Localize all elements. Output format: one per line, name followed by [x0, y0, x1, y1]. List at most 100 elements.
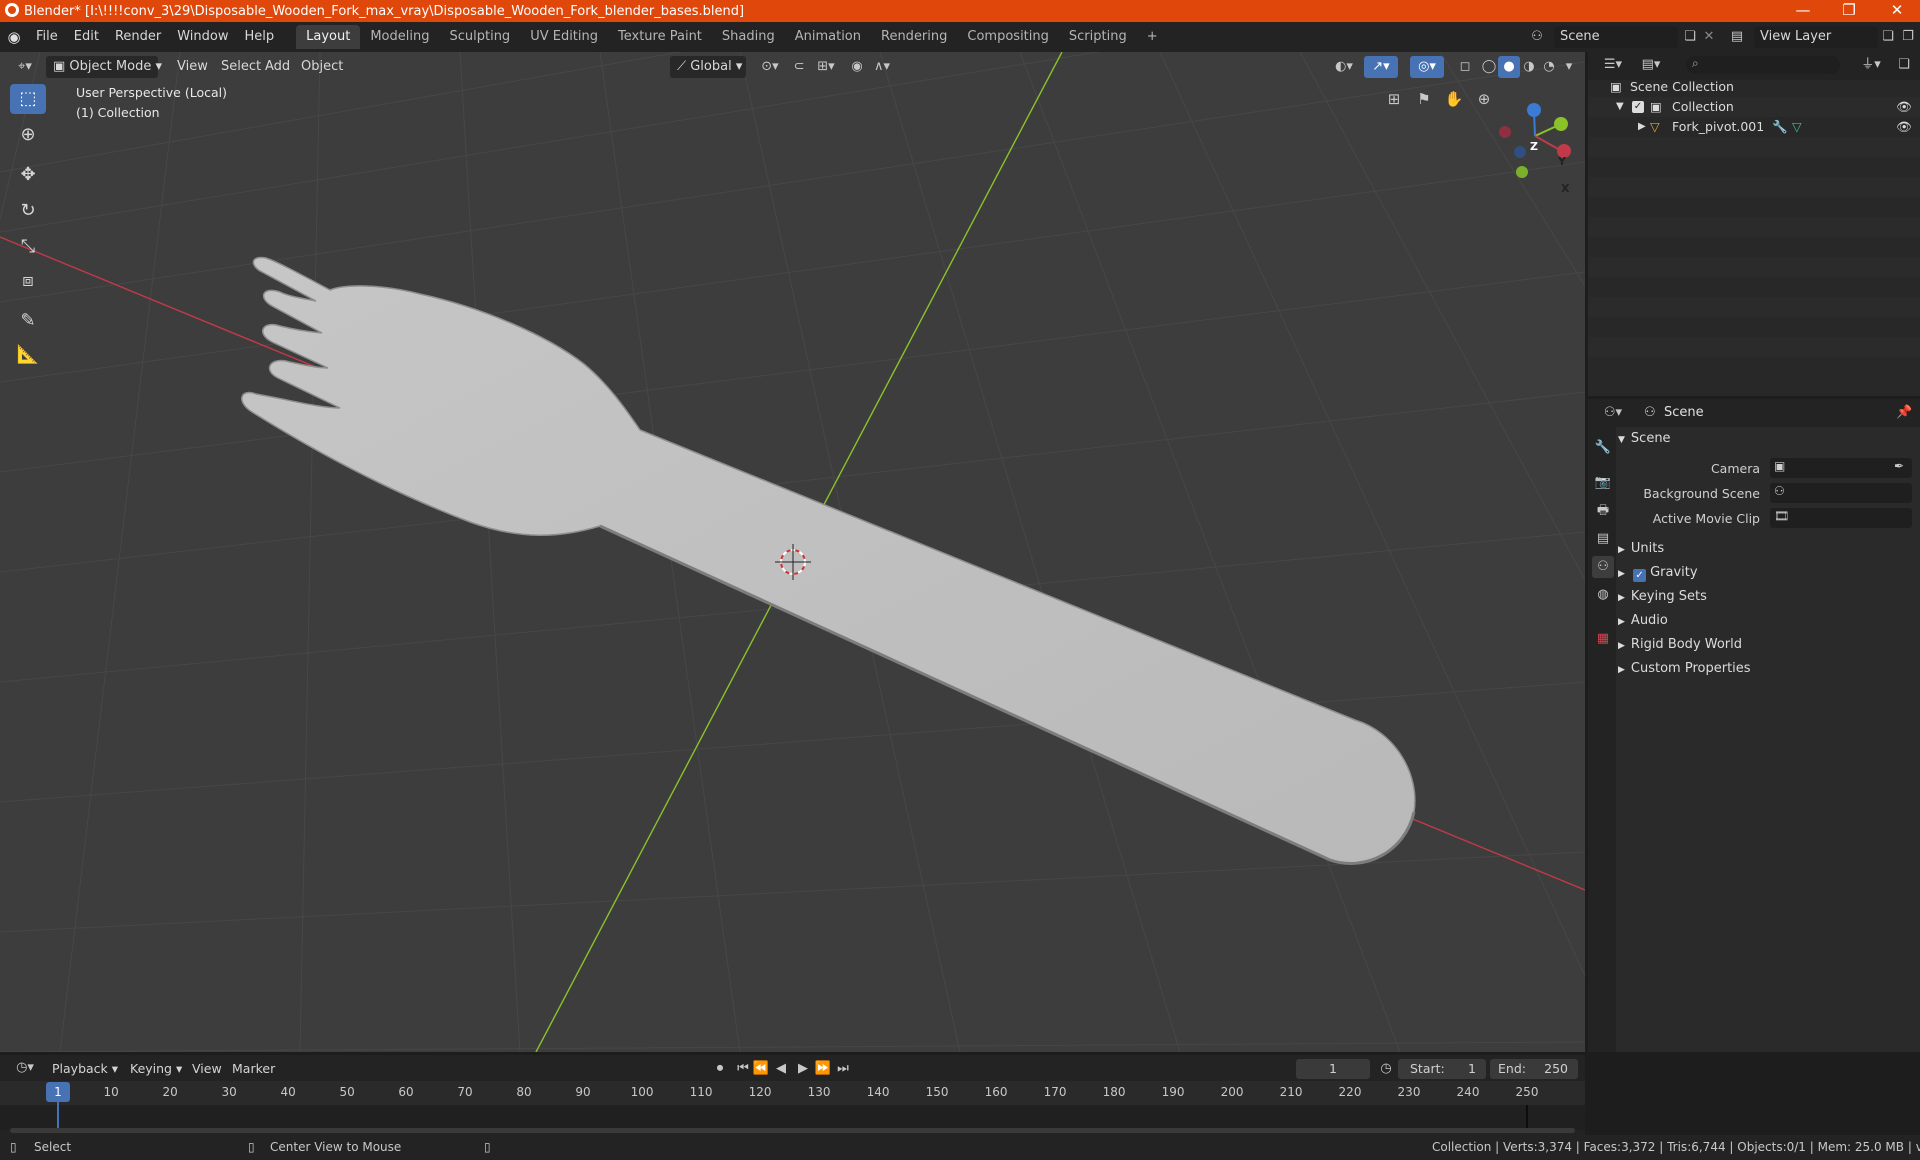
- section-scene-header[interactable]: ▼ Scene: [1618, 428, 1918, 450]
- background-scene-field[interactable]: ⚇: [1770, 483, 1912, 503]
- transform-tool-icon[interactable]: ⧈: [10, 266, 46, 296]
- collection-checkbox[interactable]: ✓: [1632, 101, 1644, 113]
- visibility-eye-icon[interactable]: 👁: [1896, 117, 1912, 137]
- add-workspace-button[interactable]: +: [1137, 25, 1168, 49]
- modifier-icon[interactable]: 🔧: [1772, 117, 1788, 137]
- play-reverse-icon[interactable]: ◀: [772, 1058, 790, 1080]
- active-movie-clip-field[interactable]: 🎞: [1770, 508, 1912, 528]
- tab-compositing[interactable]: Compositing: [957, 25, 1059, 49]
- view-layer-selector-icon[interactable]: ▤: [1724, 26, 1750, 48]
- expand-collection-icon[interactable]: ▼: [1616, 97, 1624, 117]
- mesh-data-icon[interactable]: ▽: [1792, 117, 1802, 137]
- menu-file[interactable]: File: [28, 22, 66, 52]
- delete-scene-icon[interactable]: ✕: [1700, 26, 1718, 48]
- wireframe-shading-icon[interactable]: ◯: [1478, 56, 1500, 78]
- solid-shading-icon[interactable]: ●: [1498, 56, 1520, 78]
- jump-end-icon[interactable]: ⏭: [834, 1058, 852, 1080]
- texture-properties-tab-icon[interactable]: ▦: [1592, 628, 1614, 650]
- camera-field[interactable]: ▣ ✒: [1770, 458, 1912, 478]
- snap-icon[interactable]: ⊂: [788, 56, 810, 78]
- tab-sculpting[interactable]: Sculpting: [439, 25, 520, 49]
- 3d-viewport[interactable]: User Perspective (Local) (1) Collection …: [0, 52, 1585, 1052]
- outliner-row-collection[interactable]: ▼ ✓ ▣ Collection 👁: [1588, 97, 1920, 117]
- section-units[interactable]: ▶ Units: [1618, 538, 1918, 560]
- playhead-frame-badge[interactable]: 1: [46, 1082, 70, 1102]
- outliner-editor-type-icon[interactable]: ☰▾: [1598, 54, 1628, 76]
- visibility-icon[interactable]: ◐▾: [1330, 56, 1358, 78]
- pin-icon[interactable]: 📌: [1896, 405, 1912, 420]
- gizmo-toggle-icon[interactable]: ↗▾: [1364, 56, 1398, 78]
- gravity-checkbox[interactable]: ✓: [1633, 569, 1647, 582]
- viewport-menu-add[interactable]: Add: [258, 56, 297, 78]
- falloff-icon[interactable]: ∧▾: [868, 56, 896, 78]
- section-gravity[interactable]: ▶ ✓ Gravity: [1618, 562, 1918, 584]
- timeline-menu-playback[interactable]: Playback ▾: [46, 1059, 124, 1079]
- view-layer-field[interactable]: View Layer: [1754, 26, 1878, 48]
- world-properties-tab-icon[interactable]: ◍: [1592, 584, 1614, 606]
- restore-button[interactable]: ❐: [1826, 0, 1872, 22]
- tool-properties-tab-icon[interactable]: 🔧: [1592, 437, 1614, 459]
- new-scene-icon[interactable]: ❏: [1680, 26, 1700, 48]
- timeline-menu-view[interactable]: View: [186, 1059, 228, 1079]
- move-tool-icon[interactable]: ✥: [10, 160, 46, 190]
- shading-options-icon[interactable]: ▾: [1560, 56, 1578, 78]
- preview-range-icon[interactable]: ◷: [1376, 1058, 1396, 1080]
- timeline-menu-keying[interactable]: Keying ▾: [124, 1059, 188, 1079]
- play-icon[interactable]: ▶: [794, 1058, 812, 1080]
- tab-scripting[interactable]: Scripting: [1059, 25, 1137, 49]
- eyedropper-icon[interactable]: ✒: [1894, 459, 1904, 473]
- zoom-icon[interactable]: ⊕: [1472, 88, 1496, 110]
- jump-keyframe-forward-icon[interactable]: ⏩: [814, 1058, 832, 1080]
- section-rigid-body-world[interactable]: ▶ Rigid Body World: [1618, 634, 1918, 656]
- scene-properties-tab-icon[interactable]: ⚇: [1592, 556, 1614, 578]
- scene-selector-icon[interactable]: ⚇: [1524, 26, 1550, 48]
- tab-rendering[interactable]: Rendering: [871, 25, 957, 49]
- timeline-editor-type-icon[interactable]: ◷▾: [10, 1057, 40, 1079]
- grid-view-icon[interactable]: ⊞: [1382, 88, 1406, 110]
- tab-uv-editing[interactable]: UV Editing: [520, 25, 608, 49]
- overlays-toggle-icon[interactable]: ◎▾: [1410, 56, 1444, 78]
- view-layer-tab-icon[interactable]: ▤: [1592, 528, 1614, 550]
- tab-texture-paint[interactable]: Texture Paint: [608, 25, 712, 49]
- pan-hand-icon[interactable]: ✋: [1442, 88, 1466, 110]
- editor-type-icon[interactable]: ⌖▾: [10, 56, 40, 78]
- timeline-scrollbar[interactable]: [10, 1128, 1575, 1133]
- timeline-menu-marker[interactable]: Marker: [226, 1059, 281, 1079]
- tab-modeling[interactable]: Modeling: [360, 25, 439, 49]
- proportional-edit-icon[interactable]: ◉: [846, 56, 868, 78]
- tab-animation[interactable]: Animation: [785, 25, 871, 49]
- measure-tool-icon[interactable]: 📐: [10, 340, 46, 370]
- properties-editor-type-icon[interactable]: ⚇▾: [1598, 402, 1628, 424]
- annotate-tool-icon[interactable]: ✎: [10, 306, 46, 336]
- menu-edit[interactable]: Edit: [66, 22, 107, 52]
- section-custom-properties[interactable]: ▶ Custom Properties: [1618, 658, 1918, 680]
- record-icon[interactable]: ⏺: [710, 1058, 730, 1080]
- material-shading-icon[interactable]: ◑: [1518, 56, 1540, 78]
- camera-view-icon[interactable]: ⚑: [1412, 88, 1436, 110]
- jump-keyframe-back-icon[interactable]: ⏪: [752, 1058, 770, 1080]
- timeline-track[interactable]: [0, 1105, 1585, 1130]
- fork-model[interactable]: [241, 256, 1416, 865]
- visibility-eye-icon[interactable]: 👁: [1896, 97, 1912, 117]
- scale-tool-icon[interactable]: ⤡: [10, 232, 46, 262]
- menu-help[interactable]: Help: [237, 22, 283, 52]
- new-view-layer-icon[interactable]: ❏: [1878, 26, 1898, 48]
- minimize-button[interactable]: —: [1780, 0, 1826, 22]
- viewport-menu-view[interactable]: View: [170, 56, 215, 78]
- viewport-menu-object[interactable]: Object: [294, 56, 350, 78]
- outliner-search-input[interactable]: ⌕: [1686, 56, 1840, 74]
- select-box-tool-icon[interactable]: ⬚: [10, 84, 46, 114]
- rotate-tool-icon[interactable]: ↻: [10, 196, 46, 226]
- section-audio[interactable]: ▶ Audio: [1618, 610, 1918, 632]
- close-button[interactable]: ✕: [1874, 0, 1920, 22]
- expand-object-icon[interactable]: ▶: [1638, 117, 1646, 137]
- jump-start-icon[interactable]: ⏮: [734, 1058, 752, 1080]
- menu-render[interactable]: Render: [107, 22, 169, 52]
- transform-orientation-dropdown[interactable]: ⟋ Global ▾: [670, 56, 746, 78]
- new-collection-icon[interactable]: ❏: [1892, 54, 1916, 76]
- playhead-line[interactable]: [57, 1102, 59, 1130]
- tab-layout[interactable]: Layout: [296, 25, 361, 49]
- display-mode-icon[interactable]: ▤▾: [1636, 54, 1666, 76]
- outliner-row-fork-pivot[interactable]: ▶ ▽ Fork_pivot.001 🔧 ▽ 👁: [1588, 117, 1920, 137]
- scene-field[interactable]: Scene: [1554, 26, 1678, 48]
